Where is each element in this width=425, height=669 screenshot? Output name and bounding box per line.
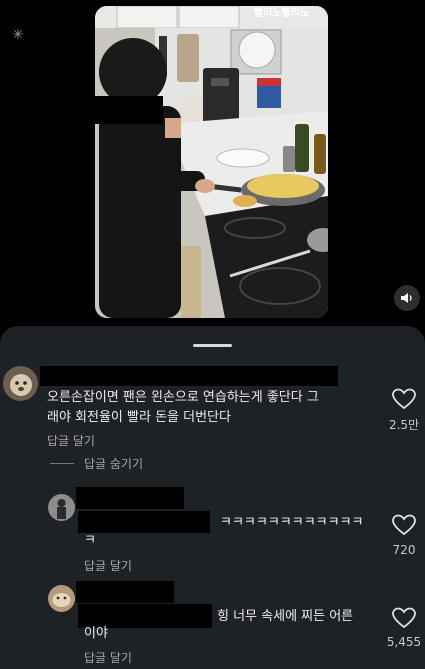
heart-icon[interactable]: [391, 388, 417, 410]
comment-text-line: 래야 회전율이 빨라 돈을 더번단다: [47, 410, 231, 425]
video-frame-image: [95, 6, 328, 318]
hide-replies-button[interactable]: 답글 숨기기: [50, 455, 143, 472]
username-redacted: [40, 366, 338, 386]
user-avatar-image: [48, 585, 75, 612]
avatar[interactable]: [48, 585, 75, 612]
comment-text-line: 이야: [84, 626, 108, 641]
user-avatar-image: [48, 494, 75, 521]
comment-text-line: 힝 너무 속세에 찌든 어른: [217, 609, 354, 624]
reply-button[interactable]: 답글 달기: [84, 649, 132, 666]
mention-redacted: [78, 511, 210, 533]
divider-line: [50, 463, 74, 464]
video-player[interactable]: 빨리노빨리노: [95, 6, 328, 318]
username-redacted: [76, 581, 174, 603]
like-count: 5,455: [386, 635, 422, 649]
video-area: ✳ 빨리노빨리노: [0, 0, 425, 328]
like-count: 720: [392, 543, 416, 557]
username-redacted: [76, 487, 184, 509]
heart-icon[interactable]: [391, 514, 417, 536]
speaker-icon: [401, 293, 412, 303]
drag-handle[interactable]: [193, 344, 232, 347]
sound-toggle-button[interactable]: [394, 285, 420, 311]
reply-button[interactable]: 답글 달기: [84, 557, 132, 574]
user-avatar-image: [3, 366, 38, 401]
avatar[interactable]: [48, 494, 75, 521]
comment-text-line: ㅋㅋㅋㅋㅋㅋㅋㅋㅋㅋㅋㅋ: [220, 515, 364, 530]
comment-text-line: 오른손잡이면 팬은 왼손으로 연습하는게 좋단다 그: [47, 390, 319, 405]
sparkle-icon: ✳: [12, 27, 24, 43]
heart-icon[interactable]: [391, 607, 417, 629]
comment-text: 오른손잡이면 팬은 왼손으로 연습하는게 좋단다 그 래야 회전율이 빨라 돈을…: [47, 388, 377, 428]
avatar[interactable]: [3, 366, 38, 401]
hide-replies-label: 답글 숨기기: [84, 457, 144, 471]
comment-text-line: ㅋ: [84, 533, 96, 548]
like-count: 2.5만: [388, 418, 420, 432]
reply-button[interactable]: 답글 달기: [47, 432, 95, 449]
video-overlay-text: 빨리노빨리노: [253, 8, 310, 18]
